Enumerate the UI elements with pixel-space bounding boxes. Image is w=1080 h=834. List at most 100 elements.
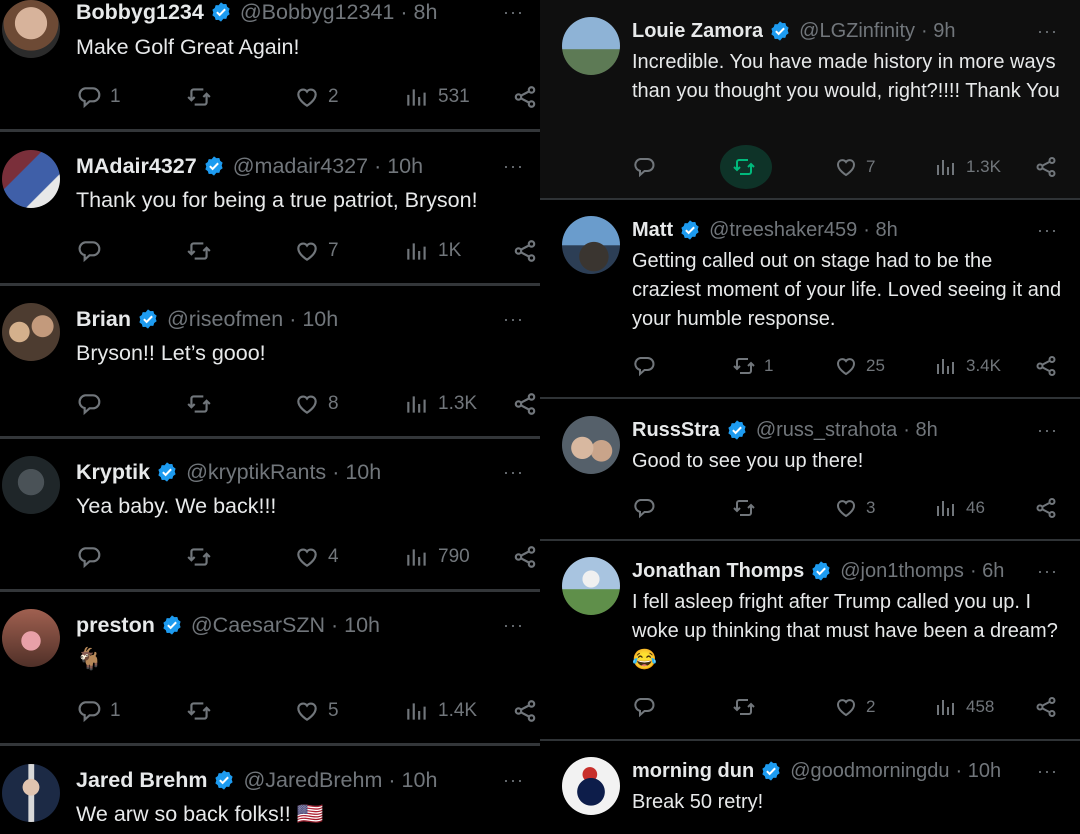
reply-button[interactable] xyxy=(76,389,102,419)
tweet[interactable]: Kryptik @kryptikRants · 10h ··· Yea baby… xyxy=(0,439,540,592)
author-name[interactable]: MAdair4327 xyxy=(76,153,197,179)
author-handle[interactable]: @jon1thomps xyxy=(840,558,964,584)
like-button[interactable]: 3 xyxy=(834,493,875,523)
avatar[interactable] xyxy=(562,216,620,274)
share-button[interactable] xyxy=(512,82,538,112)
author-handle[interactable]: @russ_strahota xyxy=(756,417,897,443)
tweet[interactable]: Jared Brehm @JaredBrehm · 10h ··· We arw… xyxy=(0,746,540,834)
avatar[interactable] xyxy=(562,557,620,615)
avatar[interactable] xyxy=(2,303,60,361)
retweet-button[interactable] xyxy=(186,236,212,266)
author-name[interactable]: Bobbyg1234 xyxy=(76,0,204,25)
post-time[interactable]: · 10h xyxy=(332,459,381,485)
reply-button[interactable] xyxy=(632,493,656,523)
tweet[interactable]: Bobbyg1234 @Bobbyg12341 · 8h ··· Make Go… xyxy=(0,0,540,132)
author-handle[interactable]: @goodmorningdu xyxy=(790,758,949,784)
avatar[interactable] xyxy=(2,764,60,822)
avatar[interactable] xyxy=(2,609,60,667)
like-button[interactable]: 2 xyxy=(294,82,339,112)
post-time[interactable]: · 8h xyxy=(400,0,437,25)
post-time[interactable]: · 6h xyxy=(970,558,1004,584)
post-time[interactable]: · 8h xyxy=(863,217,897,243)
like-button[interactable]: 8 xyxy=(294,389,339,419)
reply-button[interactable] xyxy=(632,692,656,722)
share-button[interactable] xyxy=(512,696,538,726)
post-time[interactable]: · 9h xyxy=(921,18,955,44)
avatar[interactable] xyxy=(562,757,620,815)
retweet-button[interactable] xyxy=(732,152,756,182)
views-button[interactable]: 790 xyxy=(404,542,470,572)
more-options-icon[interactable]: ··· xyxy=(1037,220,1058,241)
author-name[interactable]: Jared Brehm xyxy=(76,767,207,793)
reply-button[interactable]: 1 xyxy=(76,696,121,726)
like-button[interactable]: 5 xyxy=(294,696,339,726)
author-name[interactable]: preston xyxy=(76,612,155,638)
views-button[interactable]: 1K xyxy=(404,236,461,266)
author-handle[interactable]: @madair4327 xyxy=(233,153,368,179)
avatar[interactable] xyxy=(2,150,60,208)
share-button[interactable] xyxy=(1034,152,1058,182)
more-options-icon[interactable]: ··· xyxy=(503,615,524,636)
share-button[interactable] xyxy=(512,236,538,266)
share-button[interactable] xyxy=(512,389,538,419)
like-button[interactable]: 2 xyxy=(834,692,875,722)
author-handle[interactable]: @treeshaker459 xyxy=(709,217,857,243)
reply-button[interactable] xyxy=(632,152,656,182)
share-button[interactable] xyxy=(1034,692,1058,722)
like-button[interactable]: 4 xyxy=(294,542,339,572)
post-time[interactable]: · 10h xyxy=(374,153,423,179)
post-time[interactable]: · 10h xyxy=(289,306,338,332)
tweet[interactable]: MAdair4327 @madair4327 · 10h ··· Thank y… xyxy=(0,132,540,286)
more-options-icon[interactable]: ··· xyxy=(1037,420,1058,441)
tweet[interactable]: Louie Zamora @LGZinfinity · 9h ··· Incre… xyxy=(540,0,1080,200)
like-button[interactable]: 7 xyxy=(834,152,875,182)
post-time[interactable]: · 10h xyxy=(956,758,1002,784)
retweet-button[interactable] xyxy=(732,493,756,523)
retweet-button[interactable] xyxy=(186,542,212,572)
tweet[interactable]: Matt @treeshaker459 · 8h ··· Getting cal… xyxy=(540,200,1080,399)
author-handle[interactable]: @CaesarSZN xyxy=(191,612,325,638)
views-button[interactable]: 1.3K xyxy=(404,389,477,419)
tweet[interactable]: RussStra @russ_strahota · 8h ··· Good to… xyxy=(540,399,1080,541)
tweet[interactable]: Brian @riseofmen · 10h ··· Bryson!! Let’… xyxy=(0,286,540,439)
post-time[interactable]: · 10h xyxy=(331,612,380,638)
author-name[interactable]: morning dun xyxy=(632,758,754,784)
retweet-button[interactable] xyxy=(186,696,212,726)
more-options-icon[interactable]: ··· xyxy=(503,462,524,483)
tweet[interactable]: morning dun @goodmorningdu · 10h ··· Bre… xyxy=(540,741,1080,834)
more-options-icon[interactable]: ··· xyxy=(1037,21,1058,42)
share-button[interactable] xyxy=(1034,493,1058,523)
author-handle[interactable]: @Bobbyg12341 xyxy=(240,0,395,25)
author-name[interactable]: Kryptik xyxy=(76,459,150,485)
author-handle[interactable]: @LGZinfinity xyxy=(799,18,915,44)
tweet[interactable]: Jonathan Thomps @jon1thomps · 6h ··· I f… xyxy=(540,541,1080,741)
avatar[interactable] xyxy=(2,456,60,514)
avatar[interactable] xyxy=(562,416,620,474)
post-time[interactable]: · 8h xyxy=(903,417,937,443)
reply-button[interactable] xyxy=(76,236,102,266)
share-button[interactable] xyxy=(1034,351,1058,381)
views-button[interactable]: 458 xyxy=(934,692,994,722)
more-options-icon[interactable]: ··· xyxy=(1037,761,1058,782)
post-time[interactable]: · 10h xyxy=(388,767,437,793)
reply-button[interactable] xyxy=(76,542,102,572)
retweet-button[interactable]: 1 xyxy=(732,351,773,381)
author-name[interactable]: Matt xyxy=(632,217,673,243)
share-button[interactable] xyxy=(512,542,538,572)
author-name[interactable]: Louie Zamora xyxy=(632,18,763,44)
tweet[interactable]: preston @CaesarSZN · 10h ··· 🐐 1 5 1.4K xyxy=(0,592,540,746)
views-button[interactable]: 531 xyxy=(404,82,470,112)
reply-button[interactable] xyxy=(632,351,656,381)
avatar[interactable] xyxy=(562,17,620,75)
avatar[interactable] xyxy=(2,0,60,58)
views-button[interactable]: 3.4K xyxy=(934,351,1001,381)
retweet-button[interactable] xyxy=(186,82,212,112)
more-options-icon[interactable]: ··· xyxy=(503,309,524,330)
author-name[interactable]: RussStra xyxy=(632,417,720,443)
views-button[interactable]: 46 xyxy=(934,493,985,523)
more-options-icon[interactable]: ··· xyxy=(503,770,524,791)
more-options-icon[interactable]: ··· xyxy=(503,156,524,177)
author-handle[interactable]: @riseofmen xyxy=(167,306,283,332)
author-name[interactable]: Jonathan Thomps xyxy=(632,558,804,584)
more-options-icon[interactable]: ··· xyxy=(503,2,524,23)
